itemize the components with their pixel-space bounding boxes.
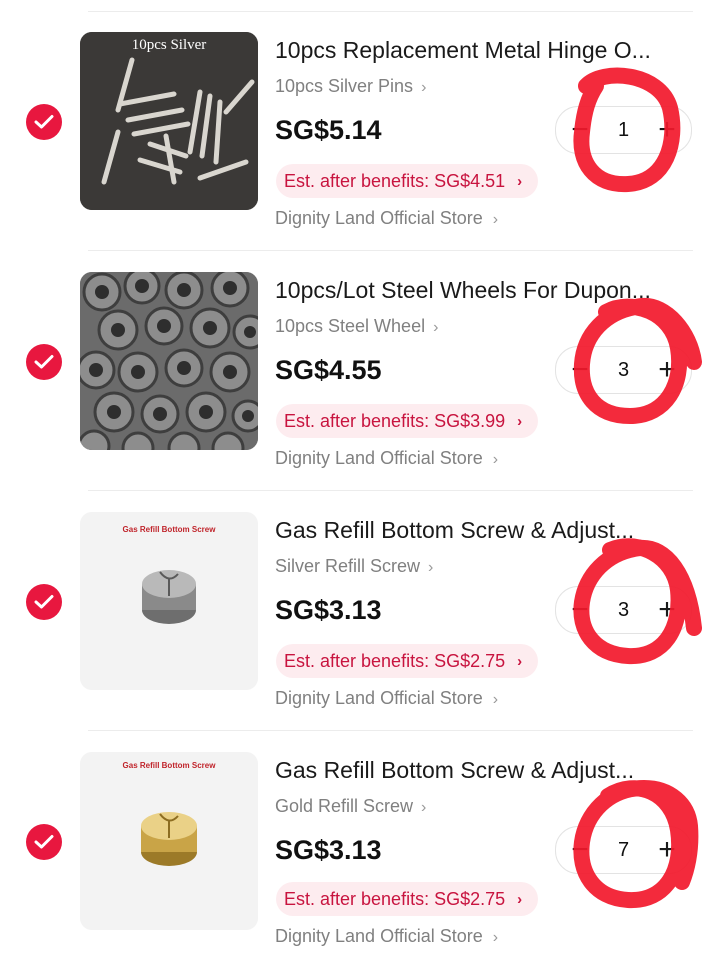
cart-item: 10pcs/Lot Steel Wheels For Dupon... 10pc…: [0, 252, 715, 492]
store-name: Dignity Land Official Store: [275, 688, 483, 708]
item-divider: [88, 490, 693, 491]
chevron-right-icon: ›: [428, 559, 434, 576]
product-price: SG$4.55: [275, 355, 382, 385]
quantity-stepper: − 3 +: [555, 586, 692, 634]
cart-item: 10pcs Silver 10pcs Replacement Metal Hin…: [0, 12, 715, 252]
variant-selector[interactable]: 10pcs Silver Pins ›: [275, 76, 426, 97]
chevron-right-icon: ›: [433, 319, 439, 336]
variant-selector[interactable]: 10pcs Steel Wheel ›: [275, 316, 438, 337]
product-thumbnail[interactable]: Gas Refill Bottom Screw: [80, 512, 258, 690]
product-price: SG$3.13: [275, 835, 382, 865]
variant-selector[interactable]: Gold Refill Screw ›: [275, 796, 426, 817]
benefit-badge[interactable]: Est. after benefits: SG$2.75 ›: [276, 882, 539, 916]
benefit-badge[interactable]: Est. after benefits: SG$2.75 ›: [276, 644, 539, 678]
chevron-right-icon: ›: [492, 211, 499, 228]
benefit-label: Est. after benefits: SG$3.99: [284, 410, 506, 431]
quantity-value[interactable]: 7: [618, 827, 629, 873]
chevron-right-icon: ›: [517, 890, 523, 908]
chevron-right-icon: ›: [517, 412, 523, 430]
store-name: Dignity Land Official Store: [275, 448, 483, 468]
product-title[interactable]: 10pcs Replacement Metal Hinge O...: [275, 37, 665, 64]
chevron-right-icon: ›: [492, 691, 499, 708]
plus-icon[interactable]: +: [647, 347, 687, 393]
quantity-stepper: − 7 +: [555, 826, 692, 874]
silver-screw-image: Gas Refill Bottom Screw: [80, 512, 258, 690]
benefit-label: Est. after benefits: SG$2.75: [284, 888, 506, 909]
check-circle-icon[interactable]: [26, 824, 62, 860]
store-name: Dignity Land Official Store: [275, 926, 483, 946]
product-thumbnail[interactable]: Gas Refill Bottom Screw: [80, 752, 258, 930]
check-circle-icon[interactable]: [26, 584, 62, 620]
plus-icon[interactable]: +: [647, 107, 687, 153]
product-thumbnail[interactable]: 10pcs Silver: [80, 32, 258, 210]
quantity-value[interactable]: 3: [618, 347, 629, 393]
product-price: SG$3.13: [275, 595, 382, 625]
variant-label: 10pcs Steel Wheel: [275, 316, 426, 336]
product-price: SG$5.14: [275, 115, 382, 145]
item-divider: [88, 730, 693, 731]
cart-item: Gas Refill Bottom Screw Gas Refill Botto…: [0, 732, 715, 972]
quantity-value[interactable]: 3: [618, 587, 629, 633]
chevron-right-icon: ›: [492, 451, 499, 468]
pins-image: 10pcs Silver: [80, 32, 258, 210]
thumb-caption: Gas Refill Bottom Screw: [123, 761, 217, 770]
product-title[interactable]: Gas Refill Bottom Screw & Adjust...: [275, 757, 665, 784]
store-name: Dignity Land Official Store: [275, 208, 483, 228]
check-circle-icon[interactable]: [26, 104, 62, 140]
store-link[interactable]: Dignity Land Official Store ›: [275, 926, 498, 947]
product-title[interactable]: 10pcs/Lot Steel Wheels For Dupon...: [275, 277, 665, 304]
quantity-stepper: − 3 +: [555, 346, 692, 394]
gold-screw-image: Gas Refill Bottom Screw: [80, 752, 258, 930]
chevron-right-icon: ›: [421, 799, 427, 816]
thumb-caption: Gas Refill Bottom Screw: [123, 525, 217, 534]
check-circle-icon[interactable]: [26, 344, 62, 380]
plus-icon[interactable]: +: [647, 827, 687, 873]
store-link[interactable]: Dignity Land Official Store ›: [275, 688, 498, 709]
minus-icon[interactable]: −: [560, 107, 600, 153]
variant-label: 10pcs Silver Pins: [275, 76, 414, 96]
chevron-right-icon: ›: [421, 79, 427, 96]
product-title[interactable]: Gas Refill Bottom Screw & Adjust...: [275, 517, 665, 544]
variant-label: Silver Refill Screw: [275, 556, 421, 576]
thumb-caption: 10pcs Silver: [132, 37, 207, 53]
variant-label: Gold Refill Screw: [275, 796, 414, 816]
benefit-badge[interactable]: Est. after benefits: SG$3.99 ›: [276, 404, 539, 438]
chevron-right-icon: ›: [517, 172, 523, 190]
cart-item: Gas Refill Bottom Screw Gas Refill Botto…: [0, 492, 715, 732]
store-link[interactable]: Dignity Land Official Store ›: [275, 208, 498, 229]
product-thumbnail[interactable]: [80, 272, 258, 450]
chevron-right-icon: ›: [517, 652, 523, 670]
store-link[interactable]: Dignity Land Official Store ›: [275, 448, 498, 469]
item-divider: [88, 250, 693, 251]
benefit-label: Est. after benefits: SG$4.51: [284, 170, 506, 191]
quantity-value[interactable]: 1: [618, 107, 629, 153]
minus-icon[interactable]: −: [560, 347, 600, 393]
benefit-label: Est. after benefits: SG$2.75: [284, 650, 506, 671]
quantity-stepper: − 1 +: [555, 106, 692, 154]
minus-icon[interactable]: −: [560, 587, 600, 633]
chevron-right-icon: ›: [492, 929, 499, 946]
minus-icon[interactable]: −: [560, 827, 600, 873]
variant-selector[interactable]: Silver Refill Screw ›: [275, 556, 433, 577]
benefit-badge[interactable]: Est. after benefits: SG$4.51 ›: [276, 164, 539, 198]
steel-wheels-image: [80, 272, 258, 450]
plus-icon[interactable]: +: [647, 587, 687, 633]
